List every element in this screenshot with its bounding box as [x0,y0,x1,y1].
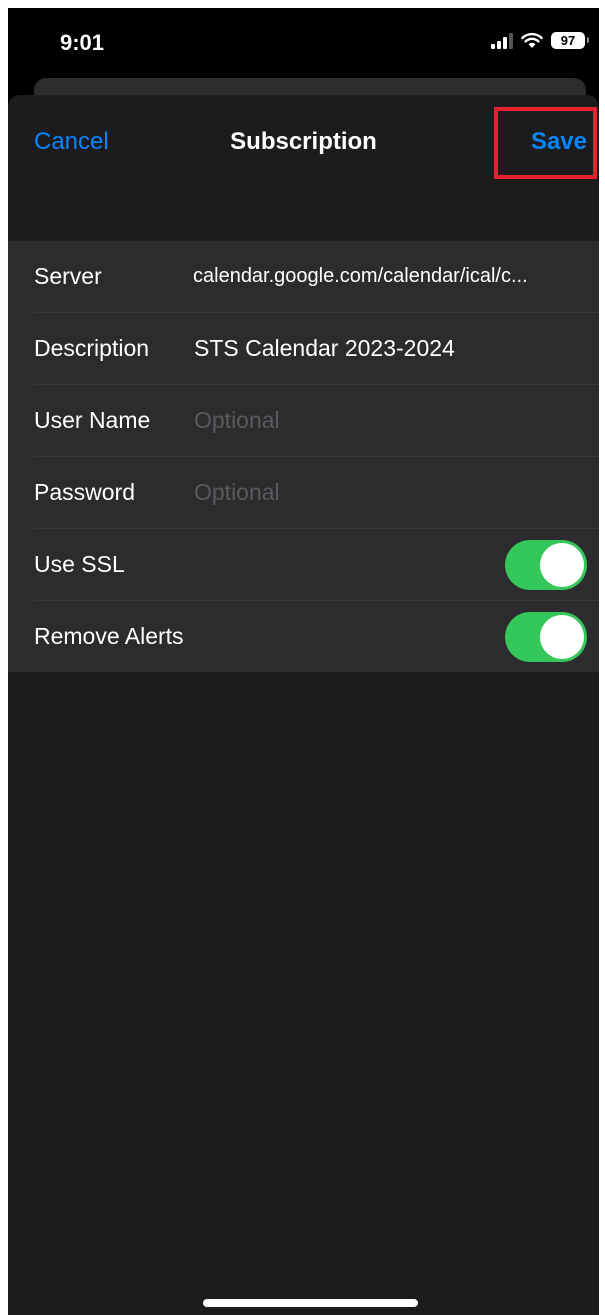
battery-icon: 97 [551,32,589,49]
remove-alerts-row: Remove Alerts [34,601,599,672]
description-label: Description [34,335,150,361]
phone-screen: 9:01 97 Cancel Subscription Save Server … [8,8,599,1315]
status-icons: 97 [491,32,589,49]
remove-alerts-toggle[interactable] [505,611,587,662]
subscription-form: Server calendar.google.com/calendar/ical… [8,241,599,672]
toggle-knob [540,614,584,659]
save-highlight-box [494,107,597,179]
server-field[interactable]: calendar.google.com/calendar/ical/c... [193,265,587,288]
use-ssl-toggle[interactable] [505,539,587,590]
status-bar: 9:01 97 [8,8,599,80]
use-ssl-row: Use SSL [34,529,599,601]
signal-icon [491,32,513,49]
password-row[interactable]: Password [34,457,599,529]
toggle-knob [540,542,584,587]
status-time: 9:01 [60,30,105,55]
cancel-button[interactable]: Cancel [34,128,109,156]
server-row[interactable]: Server calendar.google.com/calendar/ical… [34,241,599,313]
use-ssl-label: Use SSL [34,551,125,577]
server-label: Server [34,263,102,289]
password-label: Password [34,479,135,505]
user-name-label: User Name [34,407,151,433]
description-field[interactable]: STS Calendar 2023-2024 [194,335,587,362]
wifi-icon [521,32,543,48]
user-name-field[interactable] [194,407,587,434]
subscription-sheet: Cancel Subscription Save Server calendar… [8,95,599,1315]
remove-alerts-label: Remove Alerts [34,623,184,649]
nav-bar: Cancel Subscription Save [8,95,599,195]
description-row[interactable]: Description STS Calendar 2023-2024 [34,313,599,385]
password-field[interactable] [194,479,587,506]
user-name-row[interactable]: User Name [34,385,599,457]
home-indicator[interactable] [203,1299,418,1307]
